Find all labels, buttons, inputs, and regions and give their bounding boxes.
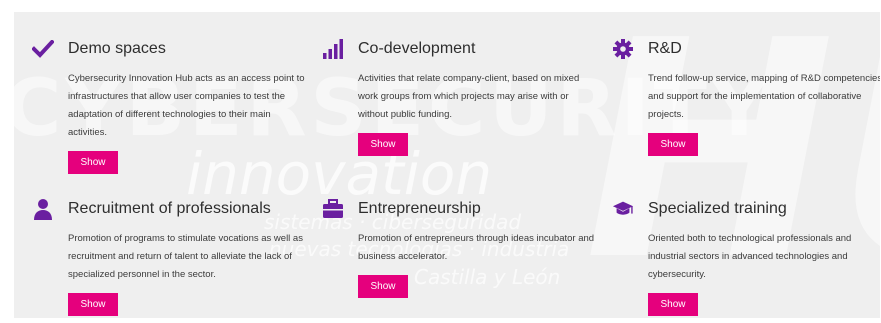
card-description: Promotion of programs to stimulate vocat… (68, 233, 303, 280)
show-button[interactable]: Show (358, 275, 408, 298)
card-description: Promotion of entrepreneurs through ideas… (358, 233, 595, 262)
show-button[interactable]: Show (68, 151, 118, 174)
bar-chart-icon (322, 38, 344, 60)
card-title: Entrepreneurship (358, 200, 481, 217)
check-icon (32, 38, 54, 60)
card-entrepreneurship: Entrepreneurship Promotion of entreprene… (322, 196, 594, 298)
card-title: Co-development (358, 40, 476, 57)
card-co-development: Co-development Activities that relate co… (322, 36, 579, 156)
show-button[interactable]: Show (648, 293, 698, 316)
card-title: Demo spaces (68, 40, 166, 57)
user-icon (32, 198, 54, 220)
card-description: Oriented both to technological professio… (648, 233, 852, 280)
card-rd: R&D Trend follow-up service, mapping of … (612, 36, 880, 156)
card-title: Specialized training (648, 200, 787, 217)
card-demo-spaces: Demo spaces Cybersecurity Innovation Hub… (32, 36, 305, 174)
services-panel: CYBERSECURITY innovation HUB sistemas · … (14, 12, 880, 318)
card-specialized-training: Specialized training Oriented both to te… (612, 196, 857, 316)
card-recruitment: Recruitment of professionals Promotion o… (32, 196, 303, 316)
gear-icon (612, 38, 634, 60)
card-description: Trend follow-up service, mapping of R&D … (648, 73, 880, 120)
card-title: Recruitment of professionals (68, 200, 271, 217)
show-button[interactable]: Show (358, 133, 408, 156)
show-button[interactable]: Show (648, 133, 698, 156)
show-button[interactable]: Show (68, 293, 118, 316)
briefcase-icon (322, 198, 344, 220)
card-description: Activities that relate company-client, b… (358, 73, 580, 120)
graduation-cap-icon (612, 198, 634, 220)
card-description: Cybersecurity Innovation Hub acts as an … (68, 73, 305, 138)
card-title: R&D (648, 40, 682, 57)
